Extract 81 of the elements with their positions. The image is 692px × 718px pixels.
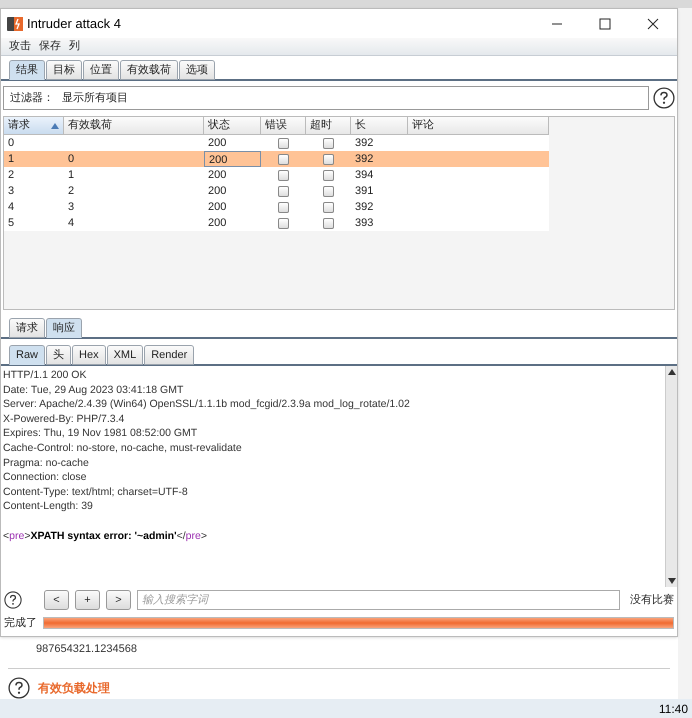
tab[interactable]: Render — [144, 345, 194, 365]
checkbox[interactable] — [278, 170, 289, 180]
table-cell-text: 1 — [67, 168, 76, 183]
window-title: Intruder attack 4 — [27, 14, 121, 33]
table-cell-text: 392 — [354, 136, 374, 151]
table-cell-text: 2 — [67, 184, 76, 199]
tab[interactable]: 头 — [46, 345, 72, 365]
table-cell-text: 200 — [207, 168, 228, 183]
checkbox[interactable] — [323, 202, 334, 212]
tab[interactable]: 结果 — [9, 60, 45, 80]
table-row[interactable]: 4 3 200 392 — [4, 199, 549, 215]
table-cell-text: 4 — [7, 200, 16, 215]
help-icon[interactable] — [8, 676, 30, 698]
nav-button[interactable]: < — [44, 590, 69, 610]
sort-arrow-icon — [51, 122, 59, 128]
response-text: HTTP/1.1 200 OK Date: Tue, 29 Aug 2023 03:41:18 GMT Server: Apache/2.4.39 (Win64) OpenSSL/1.1.1b mod_fcgid/2.3.9a mod_log_rotate/1.02 X-Powered-By: PHP/7.3.4 Expires: Thu, 19 Nov 1981 08:52:00 GMT Cache-Control: no-store, no-cache, must-revalidate Pragma: no-cache Connection: close Content-Type: text/html; charset=UTF-8 Content-Length: 39 <pre>XPATH syntax error: '~admin'</pre> — [2, 368, 411, 544]
column-header[interactable]: 请求 — [4, 117, 64, 135]
close-icon[interactable] — [647, 18, 659, 30]
checkbox[interactable] — [278, 138, 289, 148]
table-cell-text: 3 — [7, 184, 16, 199]
checkbox[interactable] — [278, 186, 289, 196]
checkbox[interactable] — [323, 186, 334, 196]
tab[interactable]: XML — [106, 345, 144, 365]
help-icon[interactable] — [653, 87, 675, 109]
status-text: 完成了 — [4, 616, 37, 631]
table-cell-text: 3 — [67, 200, 76, 215]
table-cell: 200 — [204, 151, 261, 167]
table-cell-text: 2 — [7, 168, 16, 183]
table-cell-text: 391 — [354, 184, 374, 199]
filter-label: 过滤器： — [10, 90, 54, 106]
table-cell-text: 0 — [67, 152, 76, 167]
search-field[interactable]: 输入搜索字词 — [137, 590, 620, 610]
menu-item[interactable]: 保存 — [39, 38, 61, 55]
tab[interactable]: 响应 — [46, 318, 82, 338]
table-row[interactable]: 0 200 392 — [4, 135, 549, 151]
scrollbar[interactable] — [665, 366, 677, 587]
checkbox[interactable] — [323, 138, 334, 148]
tab[interactable]: Raw — [9, 345, 46, 365]
nav-button[interactable]: + — [75, 590, 100, 610]
checkbox[interactable] — [278, 154, 289, 164]
menu-item[interactable]: 攻击 — [9, 38, 31, 55]
table-cell-text: 393 — [354, 216, 374, 231]
table-cell-text: 200 — [207, 216, 228, 231]
checkbox[interactable] — [278, 218, 289, 228]
clock-text: 11:40 — [658, 700, 688, 718]
app-icon — [7, 16, 23, 32]
table-cell-text: 394 — [354, 168, 374, 183]
tab[interactable]: Hex — [72, 345, 106, 365]
section-heading: 有效负载处理 — [38, 680, 110, 696]
table-cell-text: 200 — [207, 200, 228, 215]
scroll-down-icon[interactable] — [668, 578, 676, 584]
tab[interactable]: 目标 — [46, 60, 82, 80]
table-cell-text: 1 — [7, 152, 16, 167]
tab[interactable]: 请求 — [9, 318, 45, 338]
tab[interactable]: 选项 — [179, 60, 215, 80]
table-cell-text: 200 — [207, 136, 228, 151]
filter-value: 显示所有项目 — [62, 90, 128, 106]
match-status: 没有比赛 — [630, 592, 674, 608]
menu-item[interactable]: 列 — [69, 38, 80, 55]
table-row[interactable]: 2 1 200 394 — [4, 167, 549, 183]
scroll-up-icon[interactable] — [668, 369, 676, 375]
table-cell-text: 392 — [354, 200, 374, 215]
value-text: 987654321.1234568 — [36, 642, 138, 657]
table-cell-text: 5 — [7, 216, 16, 231]
checkbox[interactable] — [323, 154, 334, 164]
table-cell-text: 4 — [67, 216, 76, 231]
checkbox[interactable] — [323, 218, 334, 228]
tab[interactable]: 有效载荷 — [120, 60, 178, 80]
table-cell-text: 200 — [207, 184, 228, 199]
checkbox[interactable] — [323, 170, 334, 180]
table-row[interactable]: 1 0 200 392 — [4, 151, 549, 167]
table-row[interactable]: 5 4 200 393 — [4, 215, 549, 231]
checkbox[interactable] — [278, 202, 289, 212]
nav-button[interactable]: > — [106, 590, 131, 610]
table-cell-text: 0 — [7, 136, 16, 151]
help-icon[interactable] — [4, 591, 22, 609]
table-cell-text: 392 — [354, 152, 374, 167]
tab[interactable]: 位置 — [83, 60, 119, 80]
maximize-icon[interactable] — [599, 18, 611, 30]
filter-bar[interactable]: 过滤器： 显示所有项目 — [3, 86, 649, 110]
table-row[interactable]: 3 2 200 391 — [4, 183, 549, 199]
